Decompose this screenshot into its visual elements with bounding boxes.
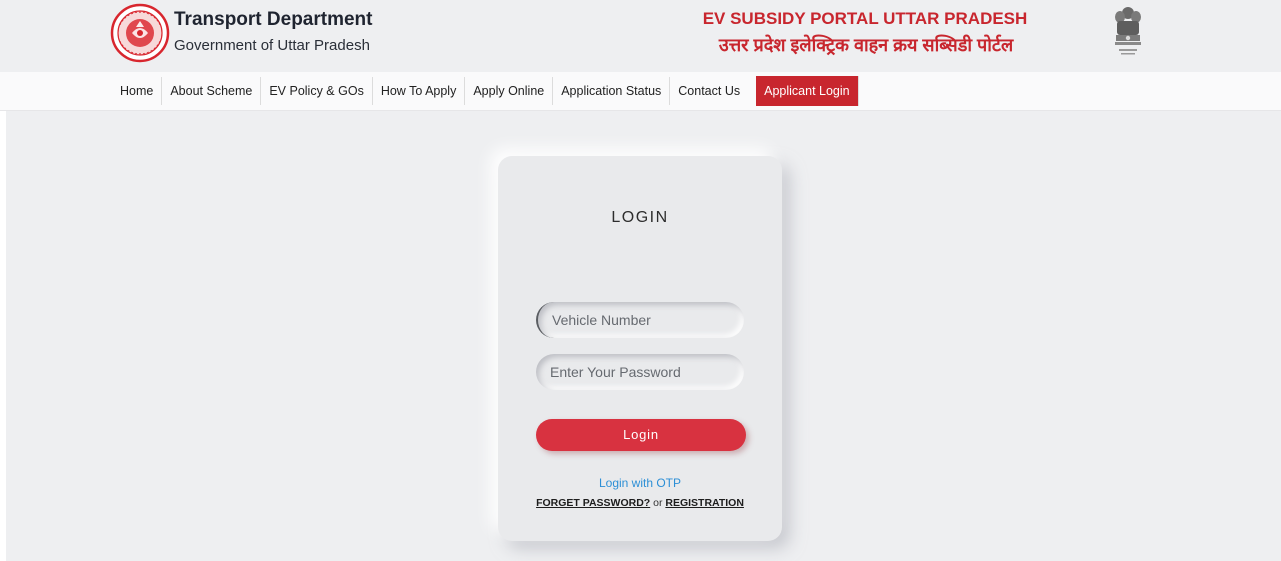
nav-item-ev-policy[interactable]: EV Policy & GOs <box>261 77 373 105</box>
registration-link[interactable]: REGISTRATION <box>665 497 744 509</box>
nav-item-home[interactable]: Home <box>112 77 163 105</box>
nav-item-about-scheme[interactable]: About Scheme <box>162 77 262 105</box>
portal-title-hindi: उत्तर प्रदेश इलेक्ट्रिक वाहन क्रय सब्सिड… <box>718 35 1014 55</box>
national-emblem-icon <box>1115 7 1141 55</box>
vehicle-number-input[interactable] <box>536 302 744 338</box>
nav-item-applicant-login[interactable]: Applicant Login <box>756 76 859 106</box>
main-navigation: Home About Scheme EV Policy & GOs How To… <box>0 72 1281 111</box>
nav-item-how-to-apply[interactable]: How To Apply <box>373 77 466 105</box>
account-links: FORGET PASSWORD? or REGISTRATION <box>498 497 782 509</box>
login-card: LOGIN Login Login with OTP FORGET PASSWO… <box>498 156 782 541</box>
header: Transport Department Government of Uttar… <box>0 0 1281 72</box>
nav-item-application-status[interactable]: Application Status <box>553 77 671 105</box>
login-button[interactable]: Login <box>536 419 746 451</box>
nav-item-apply-online[interactable]: Apply Online <box>465 77 554 105</box>
up-state-seal-icon[interactable] <box>110 3 170 63</box>
forget-password-link[interactable]: FORGET PASSWORD? <box>536 497 650 509</box>
nav-item-contact-us[interactable]: Contact Us <box>670 77 748 105</box>
or-text: or <box>650 497 666 509</box>
page: Transport Department Government of Uttar… <box>0 0 1281 561</box>
password-input[interactable] <box>536 354 744 390</box>
nav-list: Home About Scheme EV Policy & GOs How To… <box>112 76 859 106</box>
login-with-otp-link[interactable]: Login with OTP <box>498 476 782 490</box>
main-content: LOGIN Login Login with OTP FORGET PASSWO… <box>6 111 1281 561</box>
login-title: LOGIN <box>611 209 669 226</box>
brand-title: Transport Department <box>174 9 373 30</box>
brand-subtitle: Government of Uttar Pradesh <box>174 37 370 54</box>
portal-title-english: EV SUBSIDY PORTAL UTTAR PRADESH <box>702 9 1028 28</box>
